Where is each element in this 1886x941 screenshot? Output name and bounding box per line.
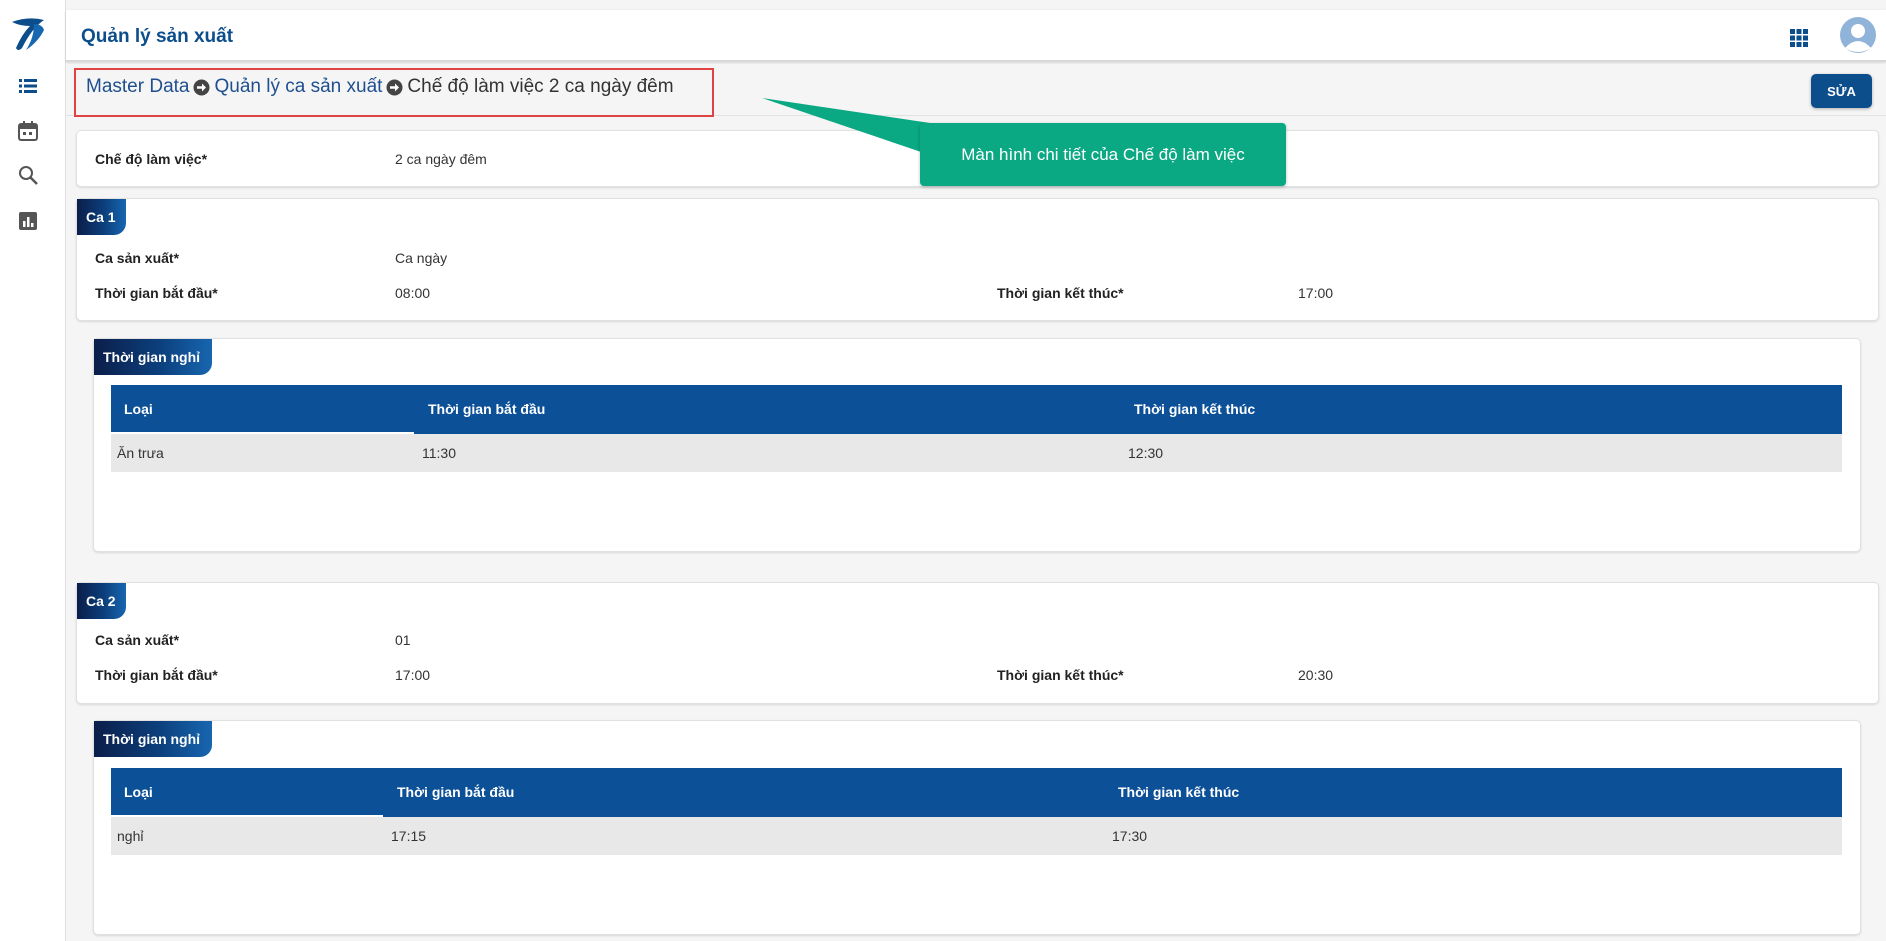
annotation-callout: Màn hình chi tiết của Chế độ làm việc <box>920 123 1286 186</box>
cell-type: nghỉ <box>117 828 144 844</box>
end-time-label: Thời gian kết thúc* <box>997 285 1124 301</box>
table-header: Loại Thời gian bắt đầu Thời gian kết thú… <box>111 385 1842 434</box>
start-time-value: 08:00 <box>395 285 431 301</box>
break-time-tag: Thời gian nghỉ <box>94 721 212 757</box>
column-header-end[interactable]: Thời gian kết thúc <box>1134 401 1255 417</box>
breadcrumb-item-shift-management[interactable]: Quản lý ca sản xuất <box>214 76 382 98</box>
break-time-table: Loại Thời gian bắt đầu Thời gian kết thú… <box>111 768 1842 855</box>
arrow-right-circle-icon <box>193 79 210 95</box>
column-header-type[interactable]: Loại <box>124 401 153 417</box>
table-header: Loại Thời gian bắt đầu Thời gian kết thú… <box>111 768 1842 817</box>
cell-end: 12:30 <box>1128 445 1164 461</box>
break-time-tag: Thời gian nghỉ <box>94 339 212 375</box>
shift-value: 01 <box>395 632 411 648</box>
top-bar: Quản lý sản xuất <box>66 10 1886 62</box>
user-avatar-icon[interactable] <box>1839 16 1877 54</box>
cell-type: Ăn trưa <box>117 445 164 461</box>
breadcrumb-item-current: Chế độ làm việc 2 ca ngày đêm <box>407 76 674 97</box>
break-time-table: Loại Thời gian bắt đầu Thời gian kết thú… <box>111 385 1842 472</box>
calendar-icon[interactable] <box>17 120 39 142</box>
break-time-card: Thời gian nghỉ Loại Thời gian bắt đầu Th… <box>93 720 1861 935</box>
list-icon[interactable] <box>17 75 39 97</box>
working-mode-label: Chế độ làm việc* <box>95 151 208 167</box>
app-title: Quản lý sản xuất <box>81 26 234 47</box>
logo-icon[interactable] <box>8 14 48 54</box>
column-header-start[interactable]: Thời gian bắt đầu <box>397 784 514 800</box>
breadcrumb-item-master-data[interactable]: Master Data <box>86 76 189 98</box>
table-row[interactable]: Ăn trưa 11:30 12:30 <box>111 434 1842 472</box>
edit-button[interactable]: SỬA <box>1811 74 1872 108</box>
end-time-value: 20:30 <box>1298 667 1334 683</box>
shift-value: Ca ngày <box>395 250 448 266</box>
chart-icon[interactable] <box>17 210 39 232</box>
arrow-right-circle-icon <box>386 79 403 95</box>
column-header-end[interactable]: Thời gian kết thúc <box>1118 784 1239 800</box>
shift-tag: Ca 1 <box>77 199 126 235</box>
shift-tag: Ca 2 <box>77 583 126 619</box>
shift-label: Ca sản xuất* <box>95 632 180 648</box>
cell-start: 11:30 <box>422 445 456 461</box>
table-row[interactable]: nghỉ 17:15 17:30 <box>111 817 1842 855</box>
column-header-type[interactable]: Loại <box>124 784 153 800</box>
end-time-value: 17:00 <box>1298 285 1334 301</box>
start-time-label: Thời gian bắt đầu* <box>95 285 218 301</box>
shift-label: Ca sản xuất* <box>95 250 180 266</box>
search-icon[interactable] <box>17 164 39 186</box>
shift-card: Ca 2 Ca sản xuất* 01 Thời gian bắt đầu* … <box>76 582 1879 704</box>
end-time-label: Thời gian kết thúc* <box>997 667 1124 683</box>
breadcrumb: Master Data Quản lý ca sản xuất Chế độ l… <box>86 76 674 98</box>
shift-card: Ca 1 Ca sản xuất* Ca ngày Thời gian bắt … <box>76 198 1879 321</box>
column-header-start[interactable]: Thời gian bắt đầu <box>428 401 545 417</box>
apps-grid-icon[interactable] <box>1790 29 1808 47</box>
working-mode-value: 2 ca ngày đêm <box>395 151 487 167</box>
sidebar <box>0 0 66 941</box>
break-time-card: Thời gian nghỉ Loại Thời gian bắt đầu Th… <box>93 338 1861 552</box>
start-time-value: 17:00 <box>395 667 431 683</box>
start-time-label: Thời gian bắt đầu* <box>95 667 218 683</box>
cell-start: 17:15 <box>391 828 427 844</box>
cell-end: 17:30 <box>1112 828 1148 844</box>
